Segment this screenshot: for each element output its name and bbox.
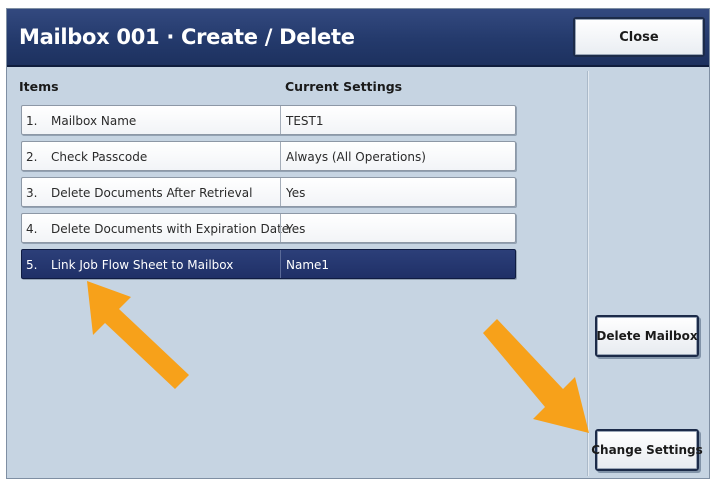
column-divider: [280, 178, 281, 206]
item-value: Yes: [286, 222, 306, 236]
item-label: Link Job Flow Sheet to Mailbox: [51, 258, 234, 272]
item-number: 1.: [26, 114, 38, 128]
page-title: Mailbox 001 · Create / Delete: [19, 25, 355, 49]
title-bar: Mailbox 001 · Create / Delete Close: [7, 9, 709, 67]
mailbox-create-delete-screen: Mailbox 001 · Create / Delete Close Item…: [6, 8, 710, 479]
item-label: Check Passcode: [51, 150, 148, 164]
column-divider: [280, 106, 281, 134]
list-item[interactable]: 4. Delete Documents with Expiration Date…: [21, 213, 516, 243]
column-divider: [280, 142, 281, 170]
current-settings-column-header: Current Settings: [285, 79, 403, 94]
items-column-header: Items: [19, 79, 59, 94]
list-item[interactable]: 1. Mailbox Name TEST1: [21, 105, 516, 135]
arrow-icon: [87, 281, 189, 389]
item-value: TEST1: [286, 114, 324, 128]
item-label: Delete Documents After Retrieval: [51, 186, 253, 200]
list-item[interactable]: 3. Delete Documents After Retrieval Yes: [21, 177, 516, 207]
item-number: 5.: [26, 258, 38, 272]
arrow-icon: [483, 319, 589, 433]
item-number: 2.: [26, 150, 38, 164]
delete-mailbox-button[interactable]: Delete Mailbox: [595, 315, 699, 357]
column-divider: [280, 214, 281, 242]
item-value: Yes: [286, 186, 306, 200]
settings-list: 1. Mailbox Name TEST1 2. Check Passcode …: [21, 105, 516, 285]
item-value: Always (All Operations): [286, 150, 426, 164]
item-number: 3.: [26, 186, 38, 200]
column-divider: [280, 250, 281, 278]
close-button[interactable]: Close: [573, 17, 705, 57]
item-number: 4.: [26, 222, 38, 236]
list-item[interactable]: 2. Check Passcode Always (All Operations…: [21, 141, 516, 171]
item-value: Name1: [286, 258, 330, 272]
change-settings-button[interactable]: Change Settings: [591, 429, 703, 471]
item-label: Delete Documents with Expiration Date: [51, 222, 290, 236]
item-label: Mailbox Name: [51, 114, 137, 128]
